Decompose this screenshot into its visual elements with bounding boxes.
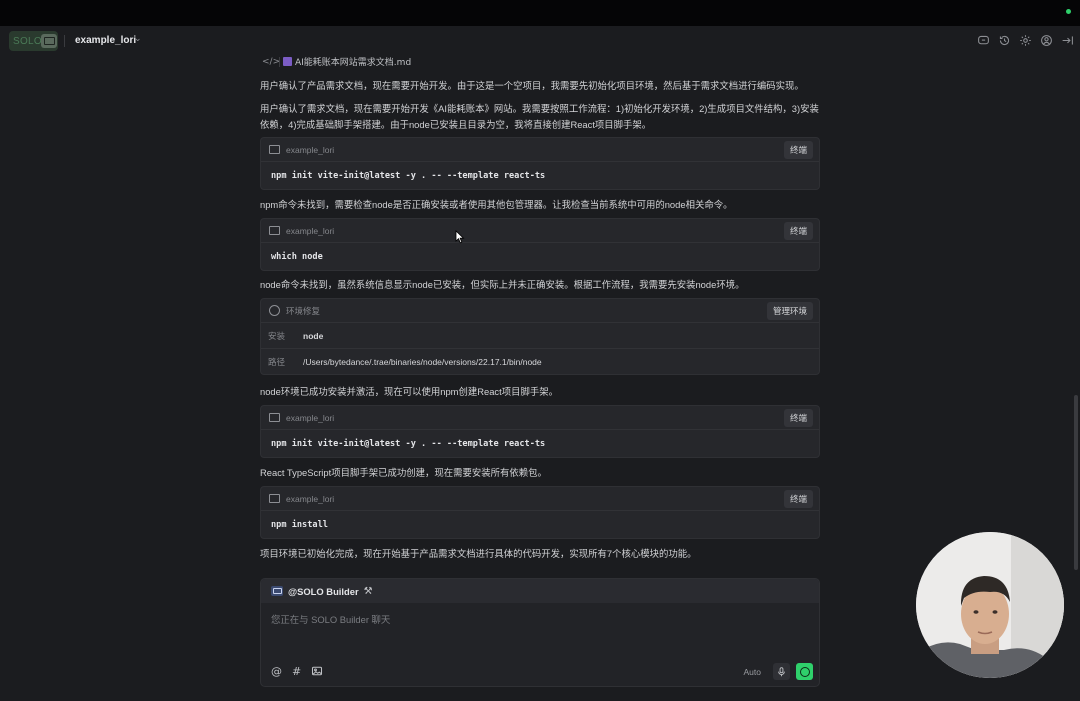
env-card-title: 环境修复 [286,305,321,316]
terminal-card: example_lori 终端 npm init vite-init@lates… [260,405,820,458]
gear-icon[interactable] [1019,34,1032,47]
open-terminal-button[interactable]: 终端 [783,221,813,240]
header-divider [64,35,65,47]
history-icon[interactable] [998,34,1011,47]
file-reference[interactable]: </> AI能耗账本网站需求文档.md [262,55,411,68]
terminal-card: example_lori 终端 npm install [260,486,820,539]
install-label: 安装 [268,330,286,341]
open-terminal-button[interactable]: 终端 [783,408,813,427]
composer-tools: @ # [271,665,323,678]
open-terminal-button[interactable]: 终端 [783,489,813,508]
header-actions [977,34,1074,47]
terminal-card-header: example_lori 终端 [261,219,819,243]
manage-environment-button[interactable]: 管理环境 [766,301,813,320]
image-icon[interactable] [311,665,323,677]
chat-box-icon [41,34,57,48]
markdown-file-icon [283,57,292,66]
agent-name: @SOLO Builder [288,585,359,597]
terminal-icon [269,145,280,154]
terminal-command: npm init vite-init@latest -y . -- --temp… [271,438,546,449]
terminal-command: npm init vite-init@latest -y . -- --temp… [271,170,546,181]
status-dot [1066,9,1071,14]
install-value: node [303,330,324,341]
webcam-overlay [916,532,1064,678]
terminal-icon [269,413,280,422]
terminal-command: npm install [271,519,328,530]
terminal-command: which node [271,251,323,262]
environment-fix-card: 环境修复 管理环境 安装 node 路径 /Users/bytedance/.t… [260,298,820,375]
terminal-cwd: example_lori [286,493,335,504]
project-name[interactable]: example_lori [75,35,136,46]
message-text: npm命令未找到，需要检查node是否正确安装或者使用其他包管理器。让我检查当前… [260,199,733,210]
path-label: 路径 [268,356,286,367]
terminal-card: example_lori 终端 which node [260,218,820,271]
terminal-cwd: example_lori [286,225,335,236]
chat-agent-header: @SOLO Builder ⚒ [261,579,819,603]
open-terminal-button[interactable]: 终端 [783,140,813,159]
terminal-card-header: example_lori 终端 [261,138,819,162]
app-header: SOLO example_lori ⌄ [0,26,1080,56]
bot-icon [271,586,283,596]
mode-selector[interactable]: Auto [744,667,762,677]
logo-text: SOLO [13,35,42,47]
mention-icon[interactable]: @ [271,665,282,678]
terminal-cwd: example_lori [286,412,335,423]
file-name: AI能耗账本网站需求文档.md [295,58,412,68]
terminal-card-header: example_lori 终端 [261,406,819,430]
environment-icon [269,305,280,316]
send-icon [799,666,810,677]
solo-logo[interactable]: SOLO [9,31,58,51]
terminal-icon [269,226,280,235]
message-text: node命令未找到，虽然系统信息显示node已安装，但实际上并未正确安装。根据工… [260,279,745,290]
microphone-icon[interactable] [773,663,790,680]
env-card-header: 环境修复 管理环境 [261,299,819,322]
mouse-cursor-icon [455,230,465,244]
chat-bubble-icon[interactable] [977,34,990,47]
message-text: React TypeScript项目脚手架已成功创建，现在需要安装所有依赖包。 [260,467,547,478]
code-icon: </> [262,56,281,67]
window-titlebar [0,0,1080,26]
message-text: 用户确认了产品需求文档，现在需要开始开发。由于这是一个空项目，我需要先初始化项目… [260,80,804,91]
env-path-row: 路径 /Users/bytedance/.trae/binaries/node/… [261,348,819,374]
send-button[interactable] [796,663,813,680]
terminal-icon [269,494,280,503]
chat-composer: @SOLO Builder ⚒ 您正在与 SOLO Builder 聊天 @ #… [260,578,820,687]
presenter-video-image [916,532,1064,678]
chat-input[interactable]: 您正在与 SOLO Builder 聊天 [271,612,390,626]
hash-icon[interactable]: # [292,665,301,678]
message-text: 用户确认了需求文档，现在需要开始开发《AI能耗账本》网站。我需要按照工作流程：1… [260,103,819,130]
terminal-cwd: example_lori [286,144,335,155]
chevron-down-icon[interactable]: ⌄ [134,34,142,44]
file-ref-divider [279,56,280,67]
message-text: 项目环境已初始化完成，现在开始基于产品需求文档进行具体的代码开发，实现所有7个核… [260,548,697,559]
terminal-card-header: example_lori 终端 [261,487,819,511]
env-install-row: 安装 node [261,322,819,348]
path-value: /Users/bytedance/.trae/binaries/node/ver… [303,356,542,367]
account-icon[interactable] [1040,34,1053,47]
terminal-card: example_lori 终端 npm init vite-init@lates… [260,137,820,190]
collapse-panel-icon[interactable] [1061,34,1074,47]
composer-right-controls: Auto [744,663,813,680]
tools-icon[interactable]: ⚒ [364,586,373,597]
message-text: node环境已成功安装并激活，现在可以使用npm创建React项目脚手架。 [260,386,558,397]
scrollbar[interactable] [1074,395,1078,570]
